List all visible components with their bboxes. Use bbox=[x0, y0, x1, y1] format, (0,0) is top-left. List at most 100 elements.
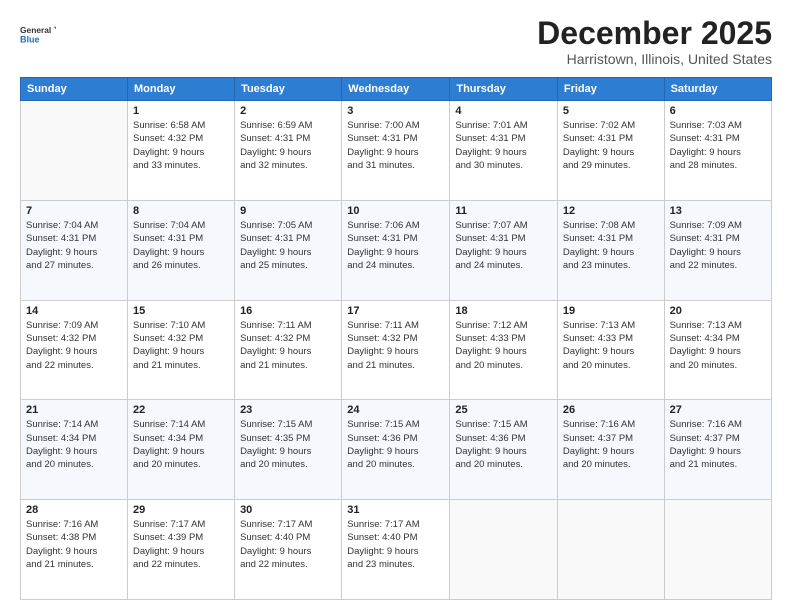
calendar-cell: 22Sunrise: 7:14 AM Sunset: 4:34 PM Dayli… bbox=[127, 400, 234, 500]
calendar-cell: 6 Sunrise: 7:03 AM Sunset: 4:31 PM Daylig… bbox=[664, 101, 771, 201]
day-number: 19 bbox=[563, 305, 659, 317]
location-title: Harristown, Illinois, United States bbox=[537, 51, 772, 67]
calendar-week-row: 28 Sunrise: 7:16 AM Sunset: 4:38 PM Dayli… bbox=[21, 500, 772, 600]
day-info: Sunrise: 7:11 AM Sunset: 4:32 PM Dayligh… bbox=[347, 319, 444, 372]
calendar-cell: 30 Sunrise: 7:17 AM Sunset: 4:40 PM Dayli… bbox=[235, 500, 342, 600]
day-number: 7 bbox=[26, 205, 122, 217]
day-number: 3 bbox=[347, 105, 444, 117]
calendar-cell: 4 Sunrise: 7:01 AM Sunset: 4:31 PM Daylig… bbox=[450, 101, 558, 201]
header: General Blue December 2025 Harristown, I… bbox=[20, 16, 772, 67]
day-info: Sunrise: 7:13 AM Sunset: 4:33 PM Dayligh… bbox=[563, 319, 659, 372]
day-info: Sunrise: 7:08 AM Sunset: 4:31 PM Dayligh… bbox=[563, 219, 659, 272]
calendar-cell bbox=[664, 500, 771, 600]
day-number: 13 bbox=[670, 205, 766, 217]
month-title: December 2025 bbox=[537, 16, 772, 51]
calendar-cell: 13 Sunrise: 7:09 AM Sunset: 4:31 PM Dayli… bbox=[664, 200, 771, 300]
svg-text:General: General bbox=[20, 25, 51, 35]
calendar-cell: 29Sunrise: 7:17 AM Sunset: 4:39 PM Dayli… bbox=[127, 500, 234, 600]
day-info: Sunrise: 7:09 AM Sunset: 4:32 PM Dayligh… bbox=[26, 319, 122, 372]
day-info: Sunrise: 7:14 AM Sunset: 4:34 PM Dayligh… bbox=[26, 418, 122, 471]
calendar-cell: 26 Sunrise: 7:16 AM Sunset: 4:37 PM Dayli… bbox=[557, 400, 664, 500]
calendar-cell: 18 Sunrise: 7:12 AM Sunset: 4:33 PM Dayli… bbox=[450, 300, 558, 400]
day-number: 31 bbox=[347, 504, 444, 516]
calendar-cell: 1 Sunrise: 6:58 AM Sunset: 4:32 PM Daylig… bbox=[127, 101, 234, 201]
title-block: December 2025 Harristown, Illinois, Unit… bbox=[537, 16, 772, 67]
day-info: Sunrise: 7:03 AM Sunset: 4:31 PM Dayligh… bbox=[670, 119, 766, 172]
day-number: 17 bbox=[347, 305, 444, 317]
day-info: Sunrise: 7:15 AM Sunset: 4:36 PM Dayligh… bbox=[347, 418, 444, 471]
day-number: 5 bbox=[563, 105, 659, 117]
calendar-cell: 7 Sunrise: 7:04 AM Sunset: 4:31 PM Daylig… bbox=[21, 200, 128, 300]
day-number: 25 bbox=[455, 404, 552, 416]
svg-text:Blue: Blue bbox=[20, 34, 40, 44]
logo: General Blue bbox=[20, 16, 56, 52]
day-number: 6 bbox=[670, 105, 766, 117]
day-number: 14 bbox=[26, 305, 122, 317]
day-info: Sunrise: 7:12 AM Sunset: 4:33 PM Dayligh… bbox=[455, 319, 552, 372]
calendar-header-row: SundayMondayTuesdayWednesdayThursdayFrid… bbox=[21, 78, 772, 101]
day-info: Sunrise: 7:17 AM Sunset: 4:40 PM Dayligh… bbox=[240, 518, 336, 571]
day-info: Sunrise: 7:07 AM Sunset: 4:31 PM Dayligh… bbox=[455, 219, 552, 272]
day-info: Sunrise: 7:13 AM Sunset: 4:34 PM Dayligh… bbox=[670, 319, 766, 372]
day-number: 30 bbox=[240, 504, 336, 516]
calendar-cell: 25Sunrise: 7:15 AM Sunset: 4:36 PM Dayli… bbox=[450, 400, 558, 500]
calendar-cell: 11 Sunrise: 7:07 AM Sunset: 4:31 PM Dayli… bbox=[450, 200, 558, 300]
day-info: Sunrise: 7:17 AM Sunset: 4:39 PM Dayligh… bbox=[133, 518, 229, 571]
calendar-page: General Blue December 2025 Harristown, I… bbox=[0, 0, 792, 612]
calendar-cell: 3 Sunrise: 7:00 AM Sunset: 4:31 PM Daylig… bbox=[342, 101, 450, 201]
day-number: 11 bbox=[455, 205, 552, 217]
calendar-cell: 17 Sunrise: 7:11 AM Sunset: 4:32 PM Dayli… bbox=[342, 300, 450, 400]
calendar-cell bbox=[21, 101, 128, 201]
calendar-cell: 14 Sunrise: 7:09 AM Sunset: 4:32 PM Dayli… bbox=[21, 300, 128, 400]
day-info: Sunrise: 7:02 AM Sunset: 4:31 PM Dayligh… bbox=[563, 119, 659, 172]
day-number: 20 bbox=[670, 305, 766, 317]
calendar-cell: 28 Sunrise: 7:16 AM Sunset: 4:38 PM Dayli… bbox=[21, 500, 128, 600]
day-info: Sunrise: 7:04 AM Sunset: 4:31 PM Dayligh… bbox=[133, 219, 229, 272]
calendar-week-row: 1 Sunrise: 6:58 AM Sunset: 4:32 PM Daylig… bbox=[21, 101, 772, 201]
calendar-cell: 16 Sunrise: 7:11 AM Sunset: 4:32 PM Dayli… bbox=[235, 300, 342, 400]
day-info: Sunrise: 7:04 AM Sunset: 4:31 PM Dayligh… bbox=[26, 219, 122, 272]
day-number: 4 bbox=[455, 105, 552, 117]
day-info: Sunrise: 7:16 AM Sunset: 4:37 PM Dayligh… bbox=[563, 418, 659, 471]
day-number: 16 bbox=[240, 305, 336, 317]
day-number: 8 bbox=[133, 205, 229, 217]
calendar-cell: 2 Sunrise: 6:59 AM Sunset: 4:31 PM Daylig… bbox=[235, 101, 342, 201]
weekday-header: Thursday bbox=[450, 78, 558, 101]
day-number: 23 bbox=[240, 404, 336, 416]
day-number: 2 bbox=[240, 105, 336, 117]
calendar-week-row: 21Sunrise: 7:14 AM Sunset: 4:34 PM Dayli… bbox=[21, 400, 772, 500]
calendar-cell: 9Sunrise: 7:05 AM Sunset: 4:31 PM Daylig… bbox=[235, 200, 342, 300]
day-info: Sunrise: 7:11 AM Sunset: 4:32 PM Dayligh… bbox=[240, 319, 336, 372]
day-number: 24 bbox=[347, 404, 444, 416]
logo-svg: General Blue bbox=[20, 16, 56, 52]
calendar-cell: 31Sunrise: 7:17 AM Sunset: 4:40 PM Dayli… bbox=[342, 500, 450, 600]
day-info: Sunrise: 7:16 AM Sunset: 4:37 PM Dayligh… bbox=[670, 418, 766, 471]
weekday-header: Saturday bbox=[664, 78, 771, 101]
calendar-cell: 20 Sunrise: 7:13 AM Sunset: 4:34 PM Dayli… bbox=[664, 300, 771, 400]
weekday-header: Friday bbox=[557, 78, 664, 101]
day-number: 26 bbox=[563, 404, 659, 416]
day-number: 18 bbox=[455, 305, 552, 317]
day-number: 28 bbox=[26, 504, 122, 516]
calendar-cell: 10Sunrise: 7:06 AM Sunset: 4:31 PM Dayli… bbox=[342, 200, 450, 300]
weekday-header: Tuesday bbox=[235, 78, 342, 101]
day-info: Sunrise: 7:00 AM Sunset: 4:31 PM Dayligh… bbox=[347, 119, 444, 172]
day-info: Sunrise: 6:59 AM Sunset: 4:31 PM Dayligh… bbox=[240, 119, 336, 172]
calendar-week-row: 14 Sunrise: 7:09 AM Sunset: 4:32 PM Dayli… bbox=[21, 300, 772, 400]
calendar-cell bbox=[557, 500, 664, 600]
calendar-cell: 21Sunrise: 7:14 AM Sunset: 4:34 PM Dayli… bbox=[21, 400, 128, 500]
weekday-header: Sunday bbox=[21, 78, 128, 101]
calendar-table: SundayMondayTuesdayWednesdayThursdayFrid… bbox=[20, 77, 772, 600]
day-number: 1 bbox=[133, 105, 229, 117]
day-number: 15 bbox=[133, 305, 229, 317]
day-number: 27 bbox=[670, 404, 766, 416]
day-info: Sunrise: 7:16 AM Sunset: 4:38 PM Dayligh… bbox=[26, 518, 122, 571]
day-info: Sunrise: 7:05 AM Sunset: 4:31 PM Dayligh… bbox=[240, 219, 336, 272]
day-info: Sunrise: 6:58 AM Sunset: 4:32 PM Dayligh… bbox=[133, 119, 229, 172]
day-info: Sunrise: 7:10 AM Sunset: 4:32 PM Dayligh… bbox=[133, 319, 229, 372]
calendar-cell: 8 Sunrise: 7:04 AM Sunset: 4:31 PM Daylig… bbox=[127, 200, 234, 300]
calendar-week-row: 7 Sunrise: 7:04 AM Sunset: 4:31 PM Daylig… bbox=[21, 200, 772, 300]
day-info: Sunrise: 7:09 AM Sunset: 4:31 PM Dayligh… bbox=[670, 219, 766, 272]
day-info: Sunrise: 7:01 AM Sunset: 4:31 PM Dayligh… bbox=[455, 119, 552, 172]
weekday-header: Wednesday bbox=[342, 78, 450, 101]
